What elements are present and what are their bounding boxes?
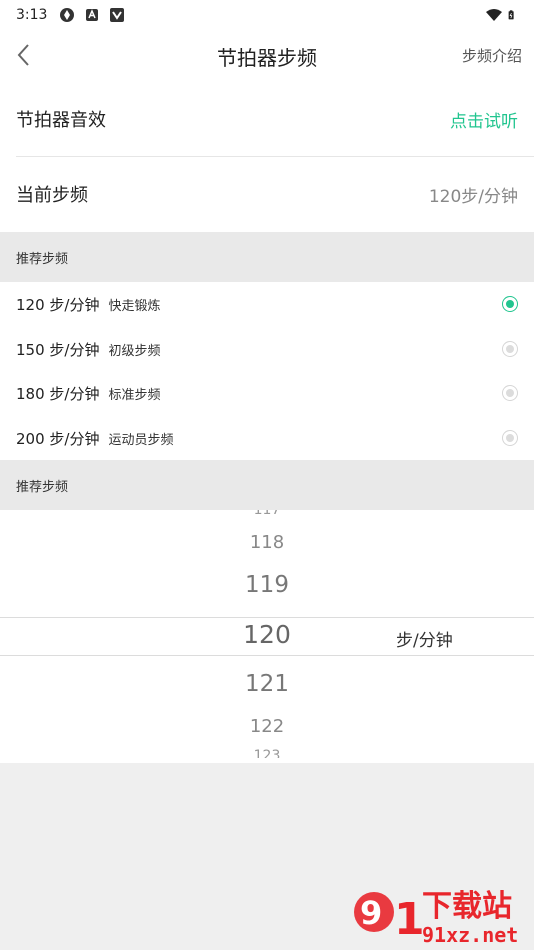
- picker-value: 117: [0, 510, 534, 516]
- picker-selection-top-line: [0, 617, 534, 618]
- cadence-option-150[interactable]: 150 步/分钟 初级步频: [0, 327, 534, 371]
- option-label: 200 步/分钟: [16, 429, 100, 448]
- picker-unit-label: 步/分钟: [396, 631, 453, 651]
- option-desc: 快走锻炼: [108, 298, 161, 314]
- svg-text:91xz.net: 91xz.net: [422, 923, 518, 947]
- recommend-section-header: 推荐步频: [0, 232, 534, 282]
- radio-unchecked[interactable]: [502, 430, 518, 446]
- picker-selection-bottom-line: [0, 655, 534, 656]
- current-cadence-value: 120步/分钟: [428, 186, 518, 207]
- picker-value: 118: [249, 532, 285, 553]
- settings-panel: 节拍器音效 点击试听 当前步频 120步/分钟: [0, 80, 534, 232]
- status-time: 3:13: [16, 7, 48, 23]
- current-cadence-label: 当前步频: [16, 185, 88, 206]
- cadence-intro-link[interactable]: 步频介绍: [462, 45, 522, 66]
- option-label: 120 步/分钟: [16, 295, 100, 314]
- cadence-option-200[interactable]: 200 步/分钟 运动员步频: [0, 416, 534, 460]
- app-notification-icon: [60, 8, 75, 22]
- svg-text:9: 9: [360, 894, 382, 932]
- picker-value: 122: [249, 716, 285, 737]
- option-desc: 初级步频: [108, 343, 161, 359]
- listen-button[interactable]: 点击试听: [450, 107, 518, 132]
- radio-unchecked[interactable]: [502, 341, 518, 357]
- picker-value: 123: [253, 748, 281, 758]
- option-label: 150 步/分钟: [16, 340, 100, 359]
- option-label: 180 步/分钟: [16, 384, 100, 403]
- page-title: 节拍器步频: [217, 46, 317, 70]
- radio-unchecked[interactable]: [502, 385, 518, 401]
- radio-checked[interactable]: [502, 296, 518, 312]
- svg-text:1: 1: [394, 894, 425, 945]
- option-desc: 标准步频: [108, 387, 161, 403]
- cadence-option-180[interactable]: 180 步/分钟 标准步频: [0, 371, 534, 415]
- picker-value: 121: [245, 671, 289, 697]
- picker-value: 119: [245, 572, 289, 598]
- text-notification-icon: [86, 9, 99, 21]
- cadence-options-list: 120 步/分钟 快走锻炼 150 步/分钟 初级步频 180 步/分钟 标准步…: [0, 282, 534, 460]
- metronome-sound-row: 节拍器音效 点击试听: [0, 82, 534, 156]
- picker-selected-value: 120: [243, 620, 291, 649]
- status-bar: 3:13: [0, 0, 534, 30]
- battery-icon: [508, 10, 514, 20]
- option-desc: 运动员步频: [108, 432, 174, 448]
- cadence-number-picker[interactable]: 117 118 119 120 步/分钟 121 122 123: [0, 510, 534, 763]
- app-bar: 节拍器步频 步频介绍: [0, 30, 534, 80]
- current-cadence-row: 当前步频 120步/分钟: [0, 157, 534, 231]
- svg-text:下载站: 下载站: [422, 889, 512, 924]
- download-notification-icon: [110, 8, 125, 22]
- wifi-icon: [486, 9, 502, 21]
- cadence-option-120[interactable]: 120 步/分钟 快走锻炼: [0, 282, 534, 326]
- metronome-sound-label: 节拍器音效: [16, 110, 106, 131]
- picker-section-header: 推荐步频: [0, 460, 534, 510]
- site-watermark-logo: 9 1 下载站 91xz.net: [354, 889, 518, 947]
